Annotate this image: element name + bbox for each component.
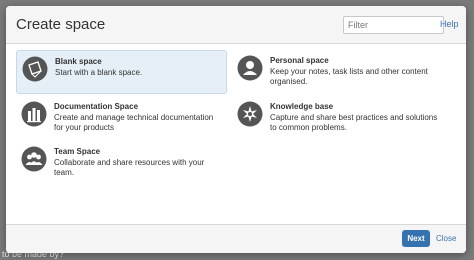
personal-space-icon: [237, 55, 263, 81]
template-personal-space[interactable]: Personal space Keep your notes, task lis…: [232, 50, 443, 94]
filter-input[interactable]: [343, 16, 444, 34]
blank-space-icon: [22, 56, 48, 82]
dialog-header: Create space Help: [6, 6, 466, 44]
template-knowledge-base[interactable]: Knowledge base Capture and share best pr…: [232, 96, 443, 140]
template-blank-space[interactable]: Blank space Start with a blank space.: [16, 50, 227, 94]
template-team-space[interactable]: Team Space Collaborate and share resourc…: [16, 141, 227, 185]
template-name: Team Space: [54, 147, 101, 156]
help-link[interactable]: Help: [440, 19, 459, 29]
template-description: Capture and share best practices and sol…: [270, 113, 438, 132]
template-description: Collaborate and share resources with you…: [54, 158, 205, 177]
next-button[interactable]: Next: [402, 230, 430, 247]
documentation-space-icon: [21, 101, 47, 127]
template-documentation-space[interactable]: Documentation Space Create and manage te…: [16, 96, 227, 140]
space-template-list: Blank space Start with a blank space. Pe…: [6, 44, 466, 224]
dialog-title: Create space: [16, 16, 106, 33]
template-name: Knowledge base: [270, 102, 334, 111]
template-name: Documentation Space: [54, 102, 139, 111]
template-description: Create and manage technical documentatio…: [54, 113, 214, 132]
template-name: Personal space: [270, 56, 329, 65]
template-description: Start with a blank space.: [55, 68, 143, 77]
dialog-footer: Next Close: [6, 224, 466, 253]
template-description: Keep your notes, task lists and other co…: [270, 67, 428, 86]
create-space-dialog: Create space Help Blank space Start with…: [6, 6, 466, 253]
knowledge-base-icon: [237, 101, 263, 127]
template-name: Blank space: [55, 57, 102, 66]
close-link[interactable]: Close: [436, 234, 456, 243]
team-space-icon: [21, 146, 47, 172]
